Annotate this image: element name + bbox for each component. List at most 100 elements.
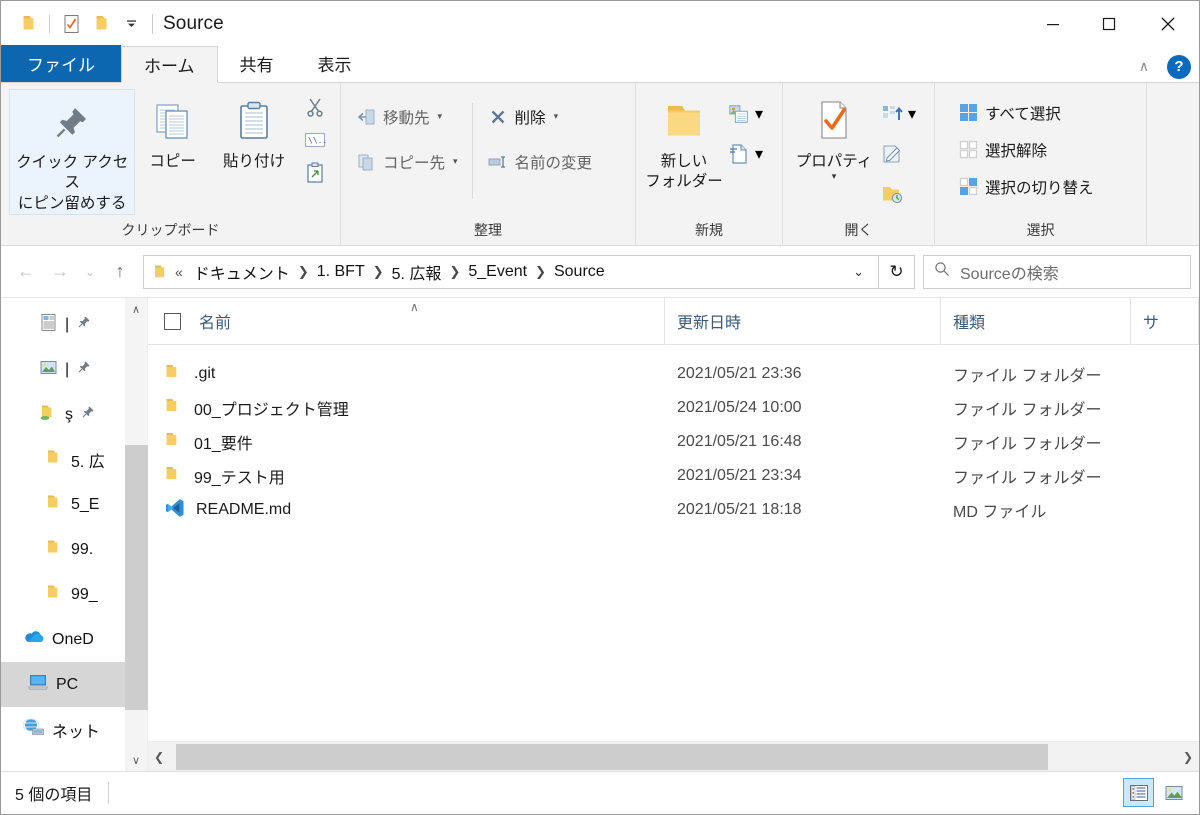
breadcrumb[interactable]: « ドキュメント ❯ 1. BFT ❯ 5. 広報 ❯ 5_Event ❯ So… <box>143 254 879 289</box>
large-icons-view-button[interactable] <box>1158 778 1189 807</box>
tab-share[interactable]: 共有 <box>218 45 296 82</box>
breadcrumb-separator[interactable]: ❯ <box>532 264 549 280</box>
forward-button[interactable]: → <box>43 255 77 289</box>
details-view-button[interactable] <box>1123 778 1154 807</box>
sidebar-item-shared-folder[interactable]: ş <box>1 392 125 437</box>
sidebar-item-pc[interactable]: PC <box>1 662 125 707</box>
select-all-button[interactable]: すべて選択 <box>951 97 1100 128</box>
breadcrumb-item-bft[interactable]: 1. BFT <box>312 263 370 281</box>
folder-icon <box>164 465 183 488</box>
maximize-button[interactable] <box>1081 1 1137 46</box>
invert-selection-button[interactable]: 選択の切り替え <box>951 171 1100 202</box>
qat-customize-caret-icon[interactable] <box>116 10 146 38</box>
select-none-button[interactable]: 選択解除 <box>951 134 1100 165</box>
hscroll-right-button[interactable]: ❯ <box>1177 742 1199 772</box>
folder-icon[interactable] <box>13 10 43 38</box>
move-to-button[interactable]: 移動先 ▾ <box>349 101 464 132</box>
back-button[interactable]: ← <box>9 255 43 289</box>
nav-scroll-track[interactable] <box>124 320 148 749</box>
sidebar-item-koho[interactable]: 5. 広 <box>1 437 125 482</box>
breadcrumb-separator[interactable]: ❯ <box>446 264 463 280</box>
chevron-down-icon[interactable]: ▾ <box>908 104 916 124</box>
column-header-size[interactable]: サ <box>1131 297 1199 345</box>
chevron-down-icon[interactable]: ▾ <box>832 171 837 182</box>
file-name-label: 99_テスト用 <box>194 470 285 487</box>
column-header-name-label: 名前 <box>199 315 232 332</box>
edit-button[interactable] <box>877 137 920 171</box>
table-row[interactable]: 99_テスト用 2021/05/21 23:34 ファイル フォルダー <box>148 459 1199 493</box>
select-all-checkbox[interactable] <box>164 312 181 330</box>
properties-folder-icon[interactable] <box>86 10 116 38</box>
close-button[interactable] <box>1137 1 1199 46</box>
sidebar-item-onedrive[interactable]: OneD <box>1 617 125 662</box>
open-with-button[interactable]: ▾ <box>877 97 920 131</box>
rename-button[interactable]: 名前の変更 <box>481 146 599 177</box>
properties-button[interactable]: プロパティ ▾ <box>791 89 877 205</box>
hscroll-track[interactable] <box>170 742 1177 772</box>
recent-locations-button[interactable]: ⌄ <box>77 255 103 289</box>
column-header-type[interactable]: 種類 <box>941 297 1131 345</box>
status-divider <box>108 782 110 804</box>
sidebar-item-network[interactable]: ネット <box>1 707 125 752</box>
new-folder-button[interactable]: 新しい フォルダー <box>644 89 724 205</box>
breadcrumb-item-koho[interactable]: 5. 広報 <box>387 260 447 284</box>
pin-icon[interactable] <box>77 360 91 379</box>
copy-to-button[interactable]: コピー先 ▾ <box>349 146 464 177</box>
sidebar-item-99dot[interactable]: 99. <box>1 527 125 572</box>
delete-button[interactable]: 削除 ▾ <box>481 101 599 132</box>
breadcrumb-folder-icon <box>152 263 171 280</box>
tab-home[interactable]: ホーム <box>121 46 218 83</box>
chevron-down-icon[interactable]: ▾ <box>554 111 559 122</box>
table-row[interactable]: .git 2021/05/21 23:36 ファイル フォルダー <box>148 357 1199 391</box>
table-row[interactable]: 01_要件 2021/05/21 16:48 ファイル フォルダー <box>148 425 1199 459</box>
sidebar-item-label: 5_E <box>71 495 100 513</box>
refresh-button[interactable]: ↻ <box>879 254 915 289</box>
sidebar-item-5event[interactable]: 5_E <box>1 482 125 527</box>
new-item-button[interactable]: ▾ <box>724 97 767 131</box>
table-row[interactable]: 00_プロジェクト管理 2021/05/24 10:00 ファイル フォルダー <box>148 391 1199 425</box>
pin-icon[interactable] <box>77 315 91 334</box>
paste-shortcut-button[interactable] <box>298 157 332 188</box>
horizontal-scrollbar[interactable]: ❮ ❯ <box>148 741 1199 771</box>
copy-path-button[interactable]: \\... <box>298 124 332 155</box>
copy-button[interactable]: コピー <box>135 89 210 205</box>
cut-button[interactable] <box>298 91 332 122</box>
tab-file[interactable]: ファイル <box>1 45 121 82</box>
help-button[interactable]: ? <box>1167 54 1191 79</box>
easy-access-button[interactable]: ▾ <box>724 137 767 171</box>
tab-view[interactable]: 表示 <box>296 45 374 82</box>
chevron-down-icon[interactable]: ▾ <box>453 156 458 167</box>
chevron-down-icon[interactable]: ▾ <box>438 111 443 122</box>
chevron-down-icon[interactable]: ▾ <box>755 144 763 164</box>
sidebar-item-pictures[interactable]: | <box>1 347 125 392</box>
scroll-up-button[interactable]: ∧ <box>125 298 148 320</box>
table-row[interactable]: README.md 2021/05/21 18:18 MD ファイル <box>148 493 1199 527</box>
search-box[interactable]: Sourceの検索 <box>923 254 1191 289</box>
pin-to-quick-access-button[interactable]: クイック アクセス にピン留めする <box>9 89 136 216</box>
chevron-up-icon[interactable]: ∧ <box>1131 54 1157 79</box>
paste-label: 貼り付け <box>222 153 285 170</box>
chevron-down-icon[interactable]: ▾ <box>755 104 763 124</box>
breadcrumb-separator[interactable]: ❯ <box>295 264 312 280</box>
hscroll-left-button[interactable]: ❮ <box>148 742 170 772</box>
history-button[interactable] <box>877 177 920 211</box>
breadcrumb-dropdown-icon[interactable]: ⌄ <box>841 264 876 280</box>
breadcrumb-separator[interactable]: ❯ <box>370 264 387 280</box>
column-header-name[interactable]: 名前 ∧ <box>148 297 665 345</box>
nav-scroll-thumb[interactable] <box>124 445 148 710</box>
sidebar-item-documents[interactable]: | <box>1 302 125 347</box>
new-folder-checked-icon[interactable] <box>56 10 86 38</box>
paste-button[interactable]: 貼り付け <box>210 89 298 205</box>
breadcrumb-item-5event[interactable]: 5_Event <box>463 263 532 281</box>
nav-pane-scrollbar[interactable]: ∧ ∨ <box>124 298 148 771</box>
pin-icon[interactable] <box>81 405 95 424</box>
hscroll-thumb[interactable] <box>176 743 1048 770</box>
breadcrumb-item-documents[interactable]: ドキュメント <box>189 260 295 284</box>
sidebar-item-99us[interactable]: 99_ <box>1 572 125 617</box>
breadcrumb-item-source[interactable]: Source <box>549 263 610 281</box>
scroll-down-button[interactable]: ∨ <box>125 749 148 771</box>
up-button[interactable]: ↑ <box>103 255 137 289</box>
column-header-date[interactable]: 更新日時 <box>665 297 941 345</box>
breadcrumb-overflow[interactable]: « <box>171 264 189 280</box>
minimize-button[interactable] <box>1025 1 1081 46</box>
